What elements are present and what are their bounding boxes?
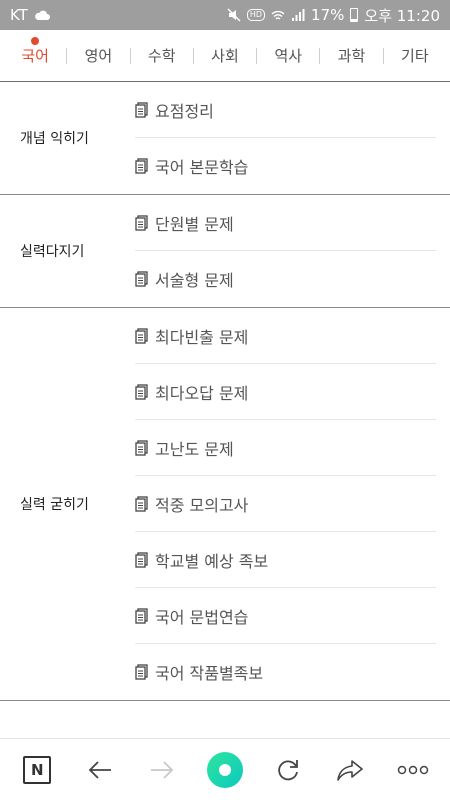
status-bar: KT HD 17% 오후 11:20 <box>0 0 450 30</box>
section-title: 실력 굳히기 <box>20 497 89 513</box>
browser-toolbar: N <box>0 738 450 800</box>
cloud-icon <box>34 9 50 21</box>
list-item[interactable]: 국어 작품별족보 <box>135 644 436 700</box>
list-item[interactable]: 단원별 문제 <box>135 195 436 251</box>
tab-math[interactable]: 수학 <box>131 45 193 66</box>
naver-home-icon: N <box>23 755 52 784</box>
list-item[interactable]: 학교별 예상 족보 <box>135 532 436 588</box>
list-item[interactable]: 요점정리 <box>135 82 436 138</box>
document-icon <box>135 607 149 624</box>
document-icon <box>135 101 149 118</box>
list-item[interactable]: 최다오답 문제 <box>135 364 436 420</box>
battery-percent: 17% <box>311 6 345 24</box>
subject-tabs: 국어 영어 수학 사회 역사 과학 기타 <box>0 30 450 82</box>
document-icon <box>135 327 149 344</box>
refresh-icon <box>277 759 298 780</box>
tab-korean[interactable]: 국어 <box>4 37 66 66</box>
section-title: 실력다지기 <box>20 244 85 260</box>
document-icon <box>135 271 149 287</box>
tab-etc[interactable]: 기타 <box>384 45 446 66</box>
active-dot-icon <box>31 37 40 45</box>
list-item[interactable]: 적중 모의고사 <box>135 476 436 532</box>
list-item[interactable]: 서술형 문제 <box>135 251 436 307</box>
forward-button[interactable] <box>137 745 187 795</box>
list-item[interactable]: 국어 문법연습 <box>135 588 436 644</box>
tab-english[interactable]: 영어 <box>67 45 129 66</box>
section-title: 개념 익히기 <box>20 131 89 147</box>
section-skill: 실력다지기 단원별 문제 서술형 문제 <box>0 195 450 308</box>
battery-icon <box>350 8 359 22</box>
refresh-button[interactable] <box>263 745 313 795</box>
more-icon <box>397 765 428 774</box>
hd-icon: HD <box>246 9 266 21</box>
tab-history[interactable]: 역사 <box>257 45 319 66</box>
document-icon <box>135 495 149 512</box>
share-icon <box>337 759 363 781</box>
document-icon <box>135 214 149 231</box>
back-button[interactable] <box>75 745 125 795</box>
document-icon <box>135 158 149 174</box>
tab-society[interactable]: 사회 <box>194 45 256 66</box>
list-item[interactable]: 국어 본문학습 <box>135 138 436 194</box>
share-button[interactable] <box>325 745 375 795</box>
document-icon <box>135 383 149 400</box>
wifi-icon <box>271 8 285 22</box>
green-dot-icon <box>206 751 243 788</box>
green-dot-button[interactable] <box>200 745 250 795</box>
list-item[interactable]: 최다빈출 문제 <box>135 308 436 364</box>
section-concept: 개념 익히기 요점정리 국어 본문학습 <box>0 82 450 195</box>
signal-icon <box>291 8 305 22</box>
mute-icon <box>227 8 241 22</box>
list-item[interactable]: 고난도 문제 <box>135 420 436 476</box>
back-arrow-icon <box>88 760 111 779</box>
carrier-label: KT <box>10 6 28 24</box>
section-advanced: 실력 굳히기 최다빈출 문제 최다오답 문제 고난도 문제 적중 모의고사 학교… <box>0 308 450 701</box>
clock: 오후 11:20 <box>364 6 440 25</box>
forward-arrow-icon <box>151 760 174 779</box>
document-icon <box>135 439 149 456</box>
naver-home-button[interactable]: N <box>12 745 62 795</box>
document-icon <box>135 551 149 568</box>
document-icon <box>135 664 149 680</box>
tab-science[interactable]: 과학 <box>320 45 382 66</box>
more-button[interactable] <box>388 745 438 795</box>
content-list: 개념 익히기 요점정리 국어 본문학습 실력다지기 단원별 문제 서술형 문제 … <box>0 82 450 701</box>
